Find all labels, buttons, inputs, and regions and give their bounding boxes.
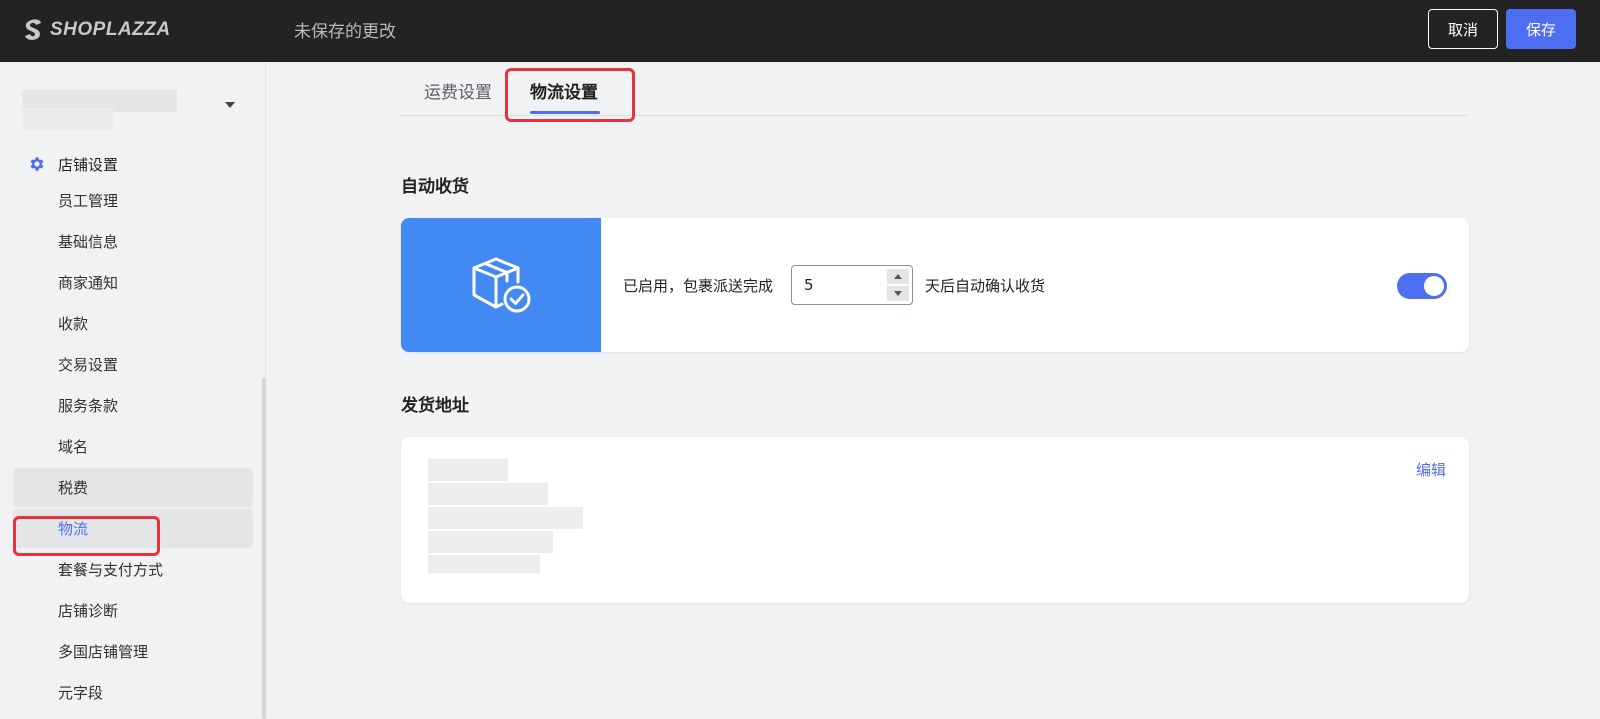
- sidebar-item-domains[interactable]: 域名: [13, 427, 253, 466]
- chevron-down-icon: [225, 102, 235, 108]
- tab-logistics-settings[interactable]: 物流设置: [530, 78, 598, 103]
- edit-address-link[interactable]: 编辑: [1416, 459, 1446, 480]
- shipping-address-title: 发货地址: [401, 396, 469, 416]
- store-selector[interactable]: [22, 90, 240, 130]
- unsaved-changes-text: 未保存的更改: [294, 22, 396, 42]
- address-redacted: [428, 531, 553, 553]
- tab-bar: 运费设置 物流设置: [400, 62, 1468, 116]
- sidebar-item-staff[interactable]: 员工管理: [13, 181, 253, 220]
- auto-receipt-card: 已启用，包裹派送完成 5 天后自动确认收货: [401, 218, 1469, 352]
- days-input[interactable]: 5: [804, 276, 814, 294]
- sidebar-item-notifications[interactable]: 商家通知: [13, 263, 253, 302]
- logo-text: SHOPLAZZA: [50, 19, 171, 40]
- address-redacted: [428, 507, 583, 529]
- sidebar-item-metafields[interactable]: 元字段: [13, 673, 253, 712]
- shoplazza-logo-icon: [25, 19, 41, 40]
- days-stepper[interactable]: 5: [791, 265, 913, 305]
- save-button[interactable]: 保存: [1506, 9, 1576, 49]
- address-redacted: [428, 555, 540, 573]
- sidebar-item-multi-store[interactable]: 多国店铺管理: [13, 632, 253, 671]
- sidebar-item-payments[interactable]: 收款: [13, 304, 253, 343]
- address-redacted: [428, 459, 508, 481]
- sidebar-item-basic-info[interactable]: 基础信息: [13, 222, 253, 261]
- auto-receipt-toggle[interactable]: [1397, 273, 1447, 299]
- package-check-icon: [472, 257, 531, 313]
- auto-receipt-title: 自动收货: [401, 177, 469, 197]
- nav-section-label: 店铺设置: [58, 155, 119, 174]
- active-tab-indicator: [530, 111, 600, 114]
- gear-icon: [30, 157, 44, 171]
- address-redacted: [428, 483, 548, 505]
- toggle-knob: [1424, 276, 1444, 296]
- sidebar-item-terms[interactable]: 服务条款: [13, 386, 253, 425]
- auto-receipt-suffix: 天后自动确认收货: [925, 277, 1046, 295]
- cancel-button[interactable]: 取消: [1428, 9, 1498, 49]
- sidebar-item-shipping[interactable]: 物流: [13, 509, 253, 548]
- auto-receipt-icon-panel: [401, 218, 601, 352]
- shipping-address-card: 编辑: [401, 437, 1469, 603]
- sidebar: 店铺设置 员工管理 基础信息 商家通知 收款 交易设置 服务条款 域名 税费 物…: [0, 62, 266, 719]
- store-name-redacted-2: [22, 108, 114, 130]
- logo[interactable]: SHOPLAZZA: [22, 16, 171, 44]
- sidebar-item-plans[interactable]: 套餐与支付方式: [13, 550, 253, 589]
- nav-section-store-settings[interactable]: 店铺设置: [28, 150, 118, 178]
- auto-receipt-prefix: 已启用，包裹派送完成: [623, 277, 774, 295]
- arrow-down-icon[interactable]: [887, 286, 909, 301]
- sidebar-item-diagnostics[interactable]: 店铺诊断: [13, 591, 253, 630]
- sidebar-scrollbar[interactable]: [262, 378, 266, 719]
- tab-shipping-rates[interactable]: 运费设置: [424, 78, 492, 103]
- sidebar-item-checkout[interactable]: 交易设置: [13, 345, 253, 384]
- top-bar: SHOPLAZZA 未保存的更改 取消 保存: [0, 0, 1600, 62]
- sidebar-item-taxes[interactable]: 税费: [13, 468, 253, 507]
- arrow-up-icon[interactable]: [887, 269, 909, 284]
